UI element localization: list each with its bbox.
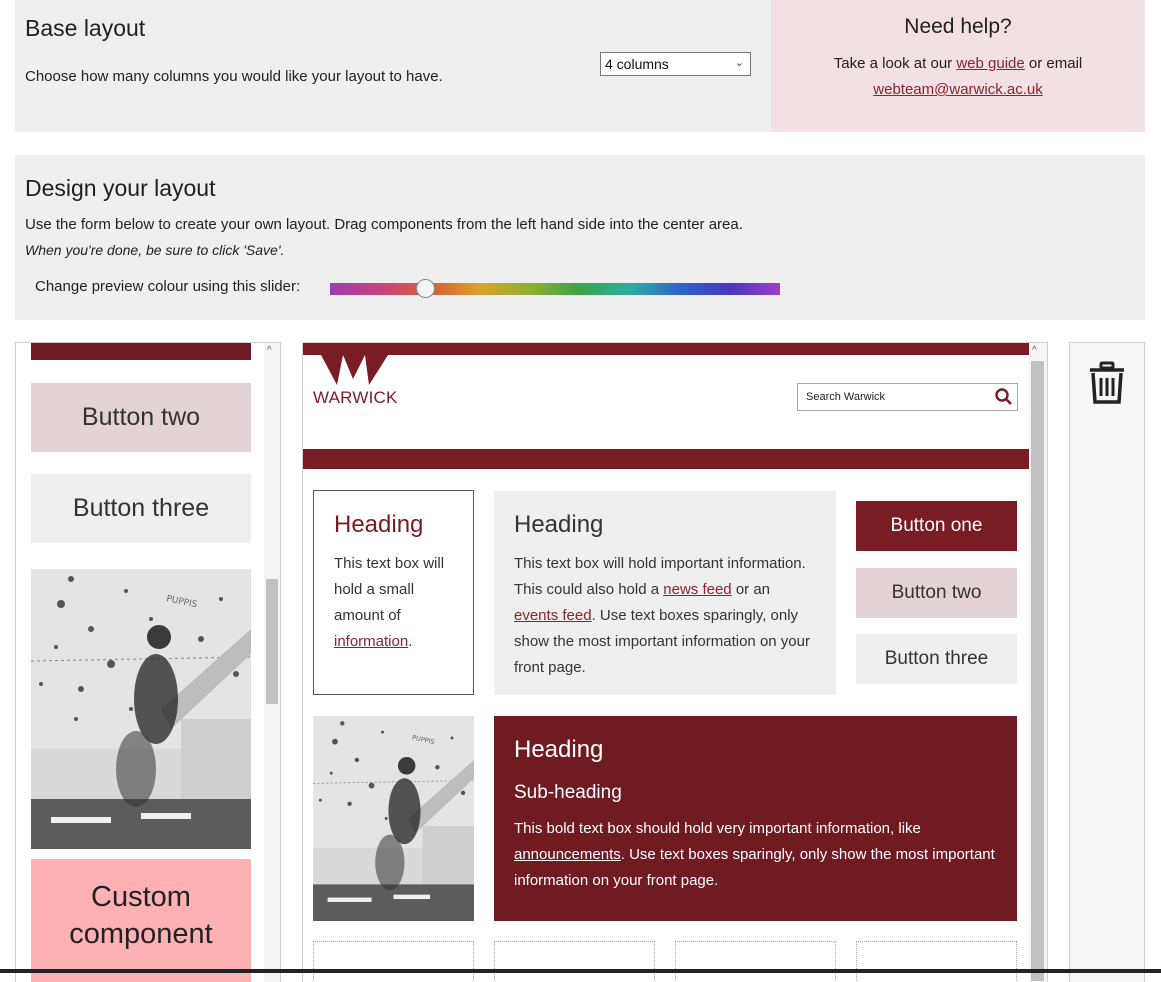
bold-text-box[interactable]: Heading Sub-heading This bold text box s… xyxy=(494,716,1017,921)
empty-drop-slot[interactable] xyxy=(675,941,836,982)
small-box-text: This text box will hold a small amount o… xyxy=(334,551,453,655)
help-panel: Need help? Take a look at our web guide … xyxy=(771,0,1145,132)
window-bottom-edge xyxy=(0,969,1161,973)
preview-image-component[interactable]: PUPPIS xyxy=(312,716,475,921)
grey-box-text-2: or an xyxy=(735,581,771,598)
email-link[interactable]: webteam@warwick.ac.uk xyxy=(873,81,1042,98)
design-panel: Design your layout Use the form below to… xyxy=(15,155,1145,320)
small-box-text-post: . xyxy=(408,633,413,650)
colour-slider[interactable] xyxy=(330,279,780,298)
base-layout-title: Base layout xyxy=(25,15,146,41)
logo-wordmark: WARWICK xyxy=(313,388,398,407)
chevron-down-icon: ⌄ xyxy=(734,57,744,69)
help-text-post: or email xyxy=(1028,55,1083,72)
palette-custom-component[interactable]: Custom component xyxy=(31,859,251,982)
palette-button-two[interactable]: Button two xyxy=(31,383,251,452)
empty-drop-slot[interactable] xyxy=(494,941,655,982)
grey-box-heading: Heading xyxy=(514,511,604,538)
bold-box-subheading: Sub-heading xyxy=(514,782,622,803)
preview-button-three[interactable]: Button three xyxy=(856,634,1017,684)
chevron-up-icon[interactable]: ^ xyxy=(1032,345,1037,356)
help-text: Take a look at our web guide or email we… xyxy=(771,51,1145,103)
stairs-photo: PUPPIS xyxy=(30,569,252,849)
preview-scrollbar[interactable]: ^ xyxy=(1029,343,1047,982)
grey-text-box[interactable]: Heading This text box will hold importan… xyxy=(494,491,836,695)
preview-button-two[interactable]: Button two xyxy=(856,568,1017,618)
preview-nav-band xyxy=(303,449,1030,469)
palette-button-three[interactable]: Button three xyxy=(31,474,251,543)
announcements-link[interactable]: announcements xyxy=(514,846,621,863)
preview-top-bar xyxy=(303,343,1030,355)
save-note: When you're done, be sure to click 'Save… xyxy=(25,242,285,258)
bold-box-text: This bold text box should hold very impo… xyxy=(514,816,997,894)
design-instructions: Use the form below to create your own la… xyxy=(25,216,743,233)
palette-scrollbar-thumb[interactable] xyxy=(266,579,278,704)
preview-button-one[interactable]: Button one xyxy=(856,501,1017,551)
small-text-box[interactable]: Heading This text box will hold a small … xyxy=(313,490,474,695)
slider-label: Change preview colour using this slider: xyxy=(35,278,301,295)
search-icon[interactable] xyxy=(994,387,1014,410)
layout-preview: WARWICK Search Warwick Heading This text… xyxy=(302,342,1048,982)
columns-select[interactable]: 4 columns ⌄ xyxy=(600,52,751,76)
bold-box-text-1: This bold text box should hold very impo… xyxy=(514,820,921,837)
design-title: Design your layout xyxy=(25,175,216,201)
small-box-text-pre: This text box will hold a small amount o… xyxy=(334,555,445,624)
empty-drop-slot[interactable] xyxy=(313,941,474,982)
preview-search-input[interactable]: Search Warwick xyxy=(797,383,1018,411)
warwick-logo: WARWICK xyxy=(313,355,413,410)
palette-scrollbar[interactable]: ^ xyxy=(264,343,280,982)
trash-icon[interactable] xyxy=(1088,361,1126,410)
news-feed-link[interactable]: news feed xyxy=(663,581,731,598)
base-layout-panel: Base layout Choose how many columns you … xyxy=(15,0,771,132)
bold-box-heading: Heading xyxy=(514,736,604,763)
warwick-logo-mark xyxy=(321,355,388,385)
palette-image-component[interactable]: PUPPIS xyxy=(30,569,252,849)
events-feed-link[interactable]: events feed xyxy=(514,607,592,624)
trash-drop-zone[interactable] xyxy=(1069,342,1145,982)
preview-stairs-photo: PUPPIS xyxy=(312,716,475,921)
palette-bar-component[interactable] xyxy=(31,343,251,360)
colour-slider-thumb[interactable] xyxy=(416,279,435,298)
chevron-up-icon[interactable]: ^ xyxy=(267,345,272,356)
information-link[interactable]: information xyxy=(334,633,408,650)
help-title: Need help? xyxy=(904,15,1012,38)
small-box-heading: Heading xyxy=(334,511,424,538)
search-placeholder: Search Warwick xyxy=(806,391,886,403)
web-guide-link[interactable]: web guide xyxy=(956,55,1024,72)
base-layout-description: Choose how many columns you would like y… xyxy=(25,68,443,85)
empty-drop-slot[interactable] xyxy=(856,941,1017,982)
grey-box-text: This text box will hold important inform… xyxy=(514,551,816,681)
help-text-pre: Take a look at our xyxy=(833,55,953,72)
columns-select-value: 4 columns xyxy=(605,56,669,72)
component-palette: Button two Button three PUPPIS Custom co… xyxy=(15,342,281,982)
preview-scrollbar-thumb[interactable] xyxy=(1031,361,1044,981)
